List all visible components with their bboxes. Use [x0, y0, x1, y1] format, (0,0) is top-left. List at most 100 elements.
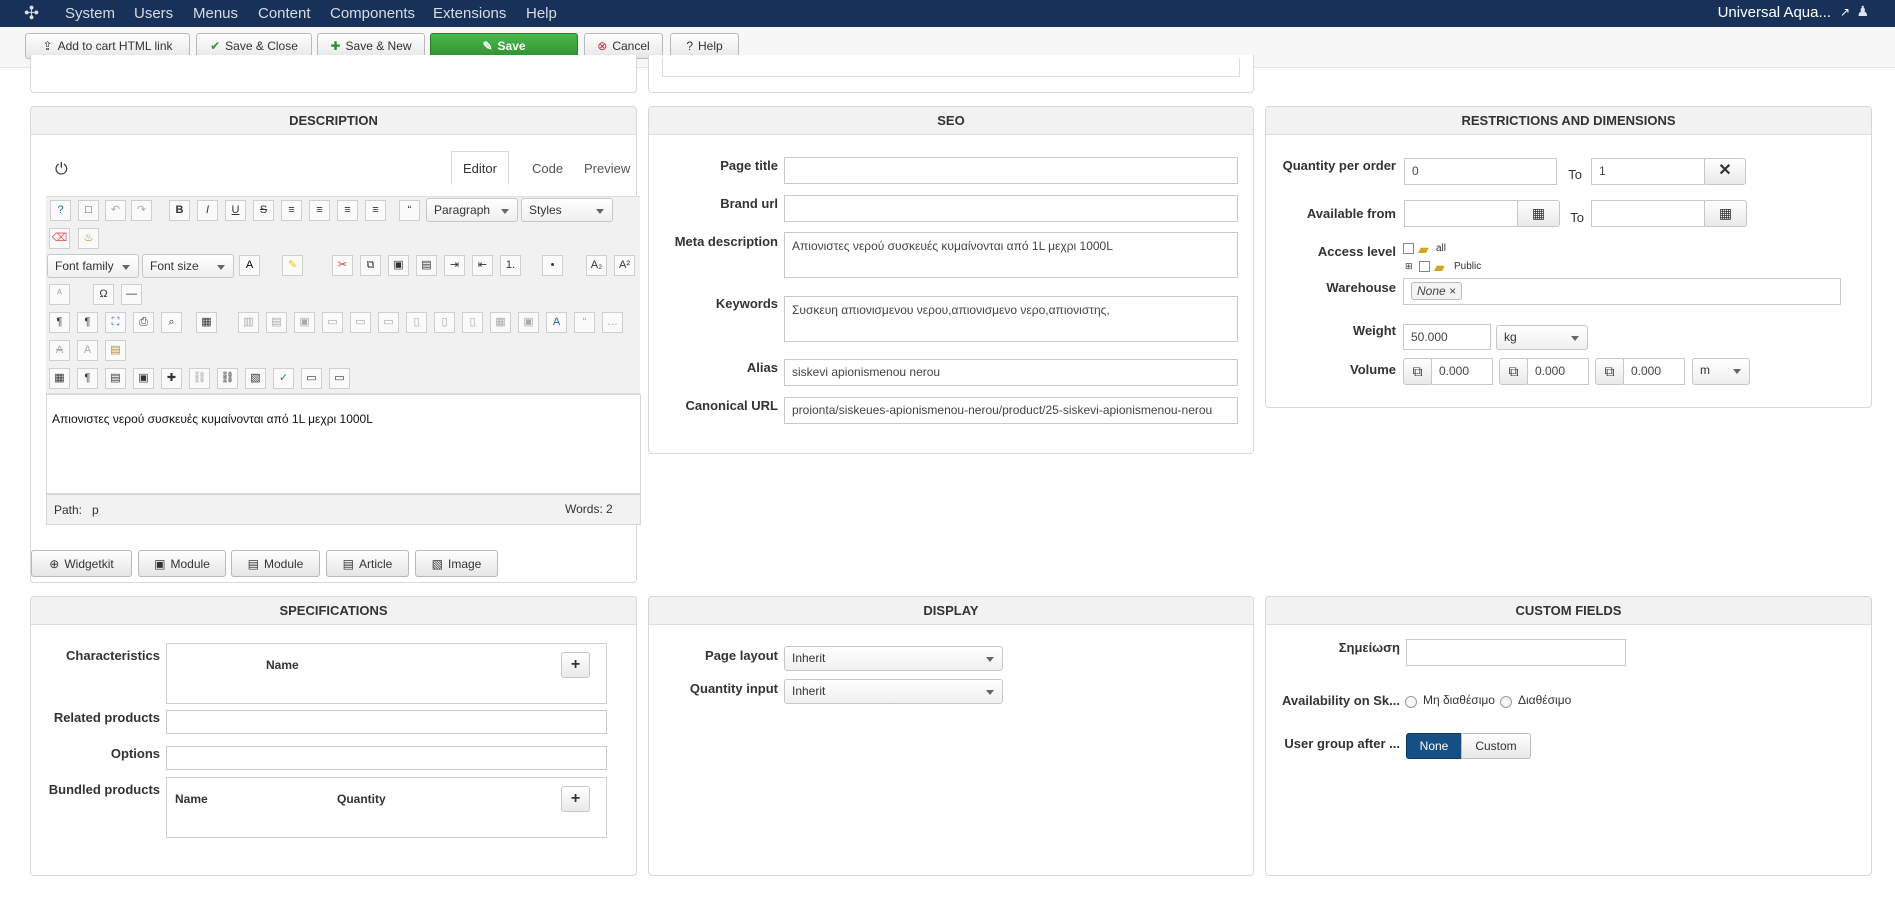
bullet-list-icon[interactable]: • [542, 255, 563, 276]
print-icon[interactable]: ⎙ [133, 312, 154, 333]
paste-icon[interactable]: ▣ [388, 255, 409, 276]
not-available-radio[interactable] [1405, 696, 1417, 708]
page-layout-select[interactable]: Inherit [784, 646, 1003, 671]
add-bundled-product-button[interactable]: + [561, 786, 590, 812]
widgetkit-button[interactable]: ⊕ Widgetkit [31, 550, 132, 577]
options-input[interactable] [166, 746, 607, 770]
menu-system[interactable]: System [65, 5, 115, 22]
menu-menus[interactable]: Menus [193, 5, 238, 22]
insert-col-after-icon[interactable]: ▯ [434, 312, 455, 333]
align-justify-icon[interactable]: ≡ [281, 200, 302, 221]
font-family-select[interactable]: Font family [47, 254, 139, 278]
anchor-icon[interactable]: ✚ [161, 368, 182, 389]
media-icon[interactable]: ▣ [133, 368, 154, 389]
cell-props-icon[interactable]: ▣ [294, 312, 315, 333]
ltr-icon[interactable]: ¶ [49, 312, 70, 333]
module-second-button[interactable]: ▤ Module [231, 550, 320, 577]
volume-depth-input[interactable]: 0.000 [1623, 358, 1685, 385]
tab-editor[interactable]: Editor [451, 151, 509, 185]
font-size-down-icon[interactable]: ᴬ [49, 284, 70, 305]
page-break-icon[interactable]: ▤ [105, 368, 126, 389]
warehouse-tag[interactable]: None × [1411, 282, 1463, 300]
user-group-custom-button[interactable]: Custom [1461, 733, 1531, 759]
bold-icon[interactable]: B [169, 200, 190, 221]
image-icon[interactable]: ▧ [245, 368, 266, 389]
available-from-calendar-button[interactable]: ▦ [1517, 200, 1560, 227]
spellcheck-icon[interactable]: ✓ [273, 368, 294, 389]
volume-height-input[interactable]: 0.000 [1527, 358, 1589, 385]
template-icon[interactable]: ▤ [105, 340, 126, 361]
horizontal-rule-icon[interactable]: — [121, 284, 142, 305]
citation-icon[interactable]: “ [574, 312, 595, 333]
site-link[interactable]: Universal Aqua... [1718, 4, 1831, 21]
insert-col-before-icon[interactable]: ▯ [406, 312, 427, 333]
quantity-to-input[interactable]: 1 [1591, 158, 1705, 185]
menu-users[interactable]: Users [134, 5, 173, 22]
font-size-select[interactable]: Font size [142, 254, 234, 278]
volume-unit-select[interactable]: m [1692, 358, 1750, 385]
expand-tree-icon[interactable]: ⊞ [1405, 261, 1413, 272]
menu-extensions[interactable]: Extensions [433, 5, 506, 22]
text-color-icon[interactable]: A [239, 255, 260, 276]
help-icon[interactable]: ? [50, 200, 71, 221]
power-icon[interactable]: ⏻ [55, 161, 68, 179]
remove-format-icon[interactable]: A [49, 340, 70, 361]
brand-url-input[interactable] [784, 195, 1238, 222]
available-to-input[interactable] [1591, 200, 1705, 227]
quantity-input-select[interactable]: Inherit [784, 679, 1003, 704]
fullscreen-icon[interactable]: ⛶ [105, 312, 126, 333]
weight-unit-select[interactable]: kg [1496, 325, 1588, 350]
italic-icon[interactable]: I [197, 200, 218, 221]
tab-preview[interactable]: Preview [572, 151, 642, 185]
editor-content[interactable]: Απιονιστες νερού συσκευές κυμαίνονται απ… [52, 412, 373, 426]
align-right-icon[interactable]: ≡ [365, 200, 386, 221]
delete-col-icon[interactable]: ▯ [462, 312, 483, 333]
search-replace-icon[interactable]: ⌕ [161, 312, 182, 333]
weight-input[interactable]: 50.000 [1403, 324, 1491, 350]
copy-icon[interactable]: ⧉ [360, 255, 381, 276]
clear-quantity-button[interactable]: ✕ [1704, 158, 1746, 185]
module-button[interactable]: ▣ Module [138, 550, 226, 577]
access-all-checkbox[interactable] [1403, 243, 1414, 254]
add-characteristic-button[interactable]: + [561, 652, 590, 678]
user-group-none-button[interactable]: None [1406, 733, 1462, 759]
outdent-icon[interactable]: ⇤ [472, 255, 493, 276]
superscript-icon[interactable]: A² [614, 255, 635, 276]
highlight-icon[interactable]: ✎ [282, 255, 303, 276]
paragraph-mark-icon[interactable]: ¶ [77, 368, 98, 389]
paste-text-icon[interactable]: ▤ [416, 255, 437, 276]
redo-icon[interactable]: ↷ [131, 200, 152, 221]
underline-icon[interactable]: U [225, 200, 246, 221]
insert-row-before-icon[interactable]: ▭ [322, 312, 343, 333]
split-cells-icon[interactable]: ▦ [490, 312, 511, 333]
delete-table-icon[interactable]: ▥ [238, 312, 259, 333]
menu-help[interactable]: Help [526, 5, 557, 22]
subscript-icon[interactable]: A₂ [586, 255, 607, 276]
strikethrough-icon[interactable]: S [253, 200, 274, 221]
undo-icon[interactable]: ↶ [105, 200, 126, 221]
available-from-input[interactable] [1404, 200, 1518, 227]
article-button[interactable]: ▤ Article [326, 550, 409, 577]
attributes-icon[interactable]: A [77, 340, 98, 361]
joomla-logo[interactable]: ✣ [24, 3, 39, 24]
menu-components[interactable]: Components [330, 5, 415, 22]
unlink-icon[interactable]: ⛓ [189, 368, 210, 389]
keywords-textarea[interactable]: Συσκευη απιονισμενου νερου,απιονισμενο ν… [784, 296, 1238, 342]
abbreviation-icon[interactable]: … [602, 312, 623, 333]
visual-aid-icon[interactable]: ▦ [49, 368, 70, 389]
clean-icon[interactable]: ♨ [78, 228, 99, 249]
available-radio[interactable] [1500, 696, 1512, 708]
insert-layer-icon[interactable]: ▭ [329, 368, 350, 389]
merge-cells-icon[interactable]: ▣ [518, 312, 539, 333]
available-to-calendar-button[interactable]: ▦ [1704, 200, 1747, 227]
styles-select[interactable]: Styles [521, 198, 613, 222]
user-icon[interactable]: ♟ [1856, 3, 1869, 20]
cut-icon[interactable]: ✂ [332, 255, 353, 276]
insert-row-after-icon[interactable]: ▭ [350, 312, 371, 333]
eraser-icon[interactable]: ⌫ [49, 228, 70, 249]
row-props-icon[interactable]: ▤ [266, 312, 287, 333]
blockquote-icon[interactable]: “ [399, 200, 420, 221]
indent-icon[interactable]: ⇥ [444, 255, 465, 276]
styles-icon[interactable]: A [546, 312, 567, 333]
rtl-icon[interactable]: ¶ [77, 312, 98, 333]
